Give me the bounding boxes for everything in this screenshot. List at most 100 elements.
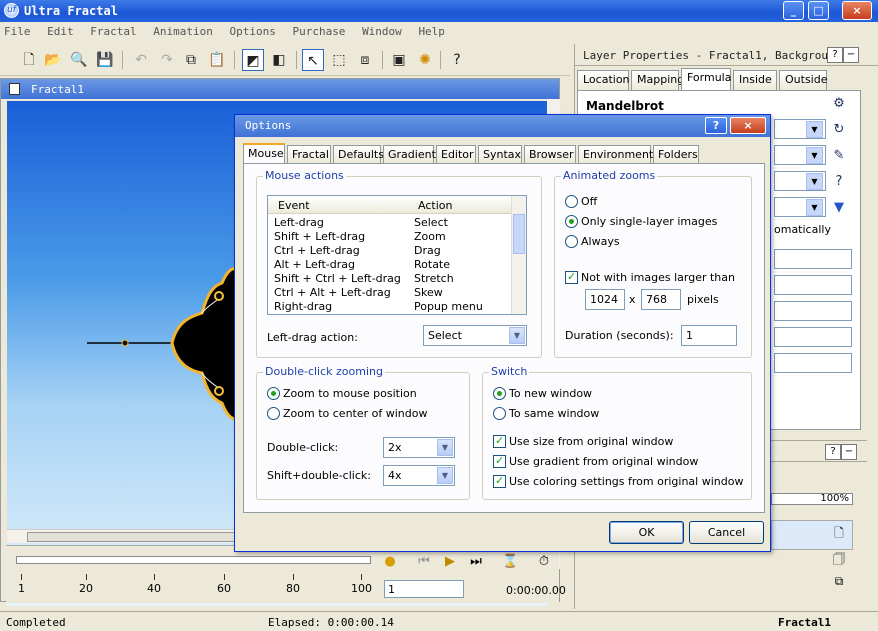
list-item[interactable]: Ctrl + Alt + Left-drag Skew — [268, 286, 513, 300]
menu-purchase[interactable]: Purchase — [288, 22, 351, 38]
ok-button[interactable]: OK — [609, 521, 684, 544]
last-frame-icon[interactable]: ⏭ — [468, 554, 484, 570]
chevron-down-icon[interactable]: ▼ — [806, 147, 823, 164]
list-item[interactable]: Right-drag Popup menu — [268, 300, 513, 314]
column-event[interactable]: Event — [278, 199, 310, 212]
window-tab-fractal1[interactable]: Fractal1 — [778, 616, 831, 629]
list-item[interactable]: Shift + Ctrl + Left-drag Stretch — [268, 272, 513, 286]
tab-defaults[interactable]: Defaults — [333, 145, 384, 163]
tab-location[interactable]: Location — [577, 70, 630, 90]
menu-file[interactable]: File — [0, 22, 37, 38]
dialog-help-button[interactable]: ? — [705, 117, 727, 134]
checkbox-use-coloring[interactable] — [493, 474, 506, 488]
formula-param-field[interactable] — [774, 327, 852, 347]
max-height-input[interactable]: 768 — [641, 289, 681, 310]
double-click-select[interactable]: 2x ▼ — [383, 437, 455, 458]
duration-input[interactable]: 1 — [681, 325, 737, 346]
new-file-icon[interactable]: 🗋 — [18, 49, 40, 71]
radio-single-layer[interactable] — [565, 215, 578, 228]
tab-outside[interactable]: Outside — [779, 70, 827, 90]
explore-icon[interactable]: ✺ — [414, 49, 436, 71]
menu-animation[interactable]: Animation — [149, 22, 219, 38]
tab-gradient[interactable]: Gradient — [383, 145, 436, 163]
list-item[interactable]: Ctrl + Left-drag Drag — [268, 244, 513, 258]
add-layer-icon[interactable]: 🗋 — [831, 524, 847, 540]
list-scrollbar[interactable] — [511, 196, 526, 314]
tab-folders[interactable]: Folders — [653, 145, 699, 163]
timing-icon[interactable]: ⏱ — [536, 554, 552, 570]
redo-icon[interactable]: ↷ — [156, 49, 178, 71]
browse-formula-icon[interactable]: ⚙ — [831, 96, 847, 112]
layers-help-button[interactable]: ? — [825, 444, 841, 460]
menu-window[interactable]: Window — [358, 22, 408, 38]
menu-fractal[interactable]: Fractal — [86, 22, 142, 38]
left-drag-action-select[interactable]: Select ▼ — [423, 325, 527, 346]
question-icon[interactable]: ? — [831, 174, 847, 190]
mouse-actions-list[interactable]: Event Action Left-drag Select Shift + Lef… — [267, 195, 527, 315]
radio-off[interactable] — [565, 195, 578, 208]
formula-param-field[interactable] — [774, 275, 852, 295]
formula-param-field[interactable] — [774, 249, 852, 269]
duplicate-layer-icon[interactable]: 🗍 — [831, 550, 847, 566]
tab-mapping[interactable]: Mapping — [631, 70, 684, 90]
help-icon[interactable]: ? — [446, 49, 468, 71]
tab-editor[interactable]: Editor — [436, 145, 476, 163]
radio-new-window[interactable] — [493, 387, 506, 400]
tab-browser[interactable]: Browser — [524, 145, 576, 163]
panel-help-button[interactable]: ? — [827, 47, 843, 63]
cancel-button[interactable]: Cancel — [689, 521, 764, 544]
render-icon[interactable]: ▣ — [388, 49, 410, 71]
minimize-button[interactable]: _ — [783, 1, 804, 20]
browse-icon[interactable]: 🔍 — [68, 49, 90, 71]
checkbox-use-size[interactable] — [493, 434, 506, 448]
max-width-input[interactable]: 1024 — [585, 289, 625, 310]
save-icon[interactable]: 💾 — [94, 49, 116, 71]
list-item[interactable]: Left-drag Select — [268, 216, 513, 230]
image-view-icon[interactable]: ◩ — [242, 49, 264, 71]
animation-slider[interactable] — [16, 556, 371, 564]
tab-fractal[interactable]: Fractal — [287, 145, 331, 163]
menu-edit[interactable]: Edit — [43, 22, 80, 38]
layers-minimize-button[interactable]: − — [841, 444, 857, 460]
menu-help[interactable]: Help — [414, 22, 451, 38]
formula-param-field[interactable] — [774, 353, 852, 373]
chevron-down-icon[interactable]: ▼ — [806, 173, 823, 190]
edit-icon[interactable]: ✎ — [831, 148, 847, 164]
radio-same-window[interactable] — [493, 407, 506, 420]
radio-always[interactable] — [565, 235, 578, 248]
record-icon[interactable]: ● — [382, 554, 398, 570]
first-frame-icon[interactable]: ⏮ — [416, 554, 432, 570]
horizontal-scroll-thumb[interactable] — [27, 532, 247, 542]
list-item[interactable]: Alt + Left-drag Rotate — [268, 258, 513, 272]
open-folder-icon[interactable]: 📂 — [42, 49, 64, 71]
paste-icon[interactable]: 📋 — [206, 49, 228, 71]
radio-zoom-center[interactable] — [267, 407, 280, 420]
tab-formula[interactable]: Formula — [681, 68, 731, 90]
shift-double-click-select[interactable]: 4x ▼ — [383, 465, 455, 486]
pointer-icon[interactable]: ↖ — [302, 49, 324, 71]
list-scroll-thumb[interactable] — [513, 214, 525, 254]
close-button[interactable]: × — [842, 1, 872, 20]
refresh-icon[interactable]: ↻ — [831, 122, 847, 138]
column-action[interactable]: Action — [418, 199, 452, 212]
undo-icon[interactable]: ↶ — [130, 49, 152, 71]
chevron-down-icon[interactable]: ▼ — [806, 199, 823, 216]
list-item[interactable]: Shift + Left-drag Zoom — [268, 230, 513, 244]
tab-environment[interactable]: Environment — [578, 145, 653, 163]
tab-inside[interactable]: Inside — [733, 70, 777, 90]
gradient-view-icon[interactable]: ◧ — [268, 49, 290, 71]
expand-icon[interactable]: ▼ — [831, 200, 847, 216]
chevron-down-icon[interactable]: ▼ — [806, 121, 823, 138]
copy-icon[interactable]: ⧉ — [180, 49, 202, 71]
tab-syntax[interactable]: Syntax — [478, 145, 522, 163]
panel-minimize-button[interactable]: − — [843, 47, 859, 63]
keyframe-icon[interactable]: ⌛ — [502, 554, 518, 570]
frame-input[interactable]: 1 — [384, 580, 464, 598]
tab-mouse[interactable]: Mouse — [243, 143, 285, 164]
checkbox-use-gradient[interactable] — [493, 454, 506, 468]
dialog-close-button[interactable]: × — [730, 117, 766, 134]
layers-icon[interactable]: ⧈ — [354, 49, 376, 71]
menu-options[interactable]: Options — [225, 22, 281, 38]
formula-param-field[interactable] — [774, 301, 852, 321]
select-icon[interactable]: ⬚ — [328, 49, 350, 71]
